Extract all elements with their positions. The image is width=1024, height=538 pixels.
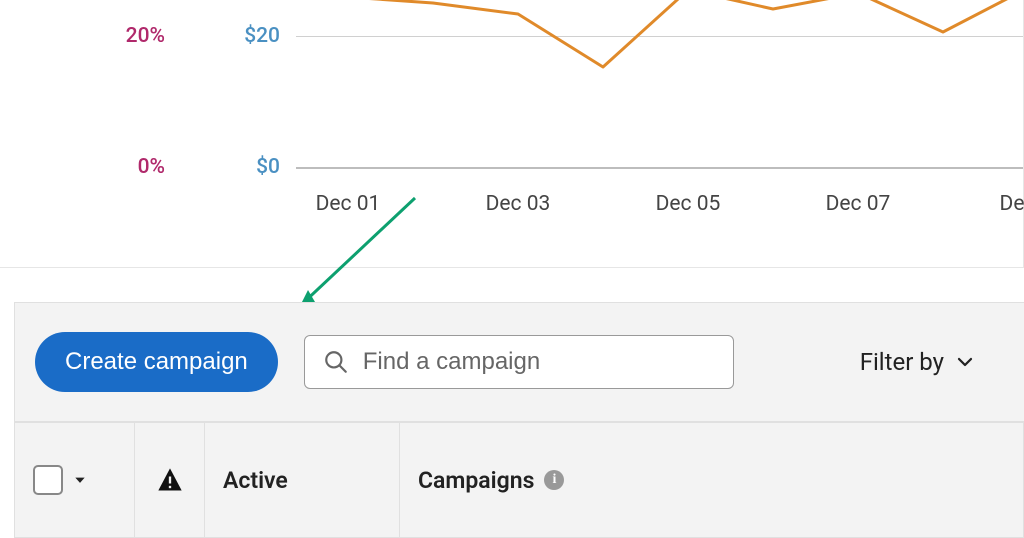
x-tick: Dec 03 xyxy=(486,192,551,216)
chart-area: 20% 0% $20 $0 Dec 01 Dec 03 Dec 05 Dec 0… xyxy=(0,0,1024,268)
table-header: Active Campaigns i xyxy=(14,422,1024,538)
chevron-down-icon xyxy=(956,353,974,371)
filter-by-dropdown[interactable]: Filter by xyxy=(860,348,974,376)
warning-column-header xyxy=(135,423,205,537)
filter-by-label: Filter by xyxy=(860,348,944,376)
caret-down-icon[interactable] xyxy=(73,473,87,487)
info-icon[interactable]: i xyxy=(544,470,564,490)
search-input[interactable] xyxy=(363,348,715,376)
select-all-checkbox[interactable] xyxy=(33,465,63,495)
y-axis-right-tick: $20 xyxy=(230,24,280,48)
create-campaign-button[interactable]: Create campaign xyxy=(35,332,278,392)
chart-line xyxy=(296,0,1024,170)
y-axis-left-tick: 0% xyxy=(105,155,165,179)
column-header-campaigns[interactable]: Campaigns i xyxy=(400,423,1024,537)
campaign-toolbar: Create campaign Filter by xyxy=(14,302,1024,422)
y-axis-left-tick: 20% xyxy=(105,24,165,48)
column-header-active-label: Active xyxy=(223,467,288,494)
x-tick: Dec 01 xyxy=(316,192,381,216)
warning-icon xyxy=(156,466,184,494)
select-all-cell xyxy=(15,423,135,537)
x-tick: De xyxy=(1000,192,1024,216)
column-header-active[interactable]: Active xyxy=(205,423,400,537)
x-tick: Dec 05 xyxy=(656,192,721,216)
search-icon xyxy=(323,349,349,375)
x-tick: Dec 07 xyxy=(826,192,891,216)
search-container[interactable] xyxy=(304,335,734,389)
column-header-campaigns-label: Campaigns xyxy=(418,467,534,494)
y-axis-right-tick: $0 xyxy=(230,155,280,179)
x-axis: Dec 01 Dec 03 Dec 05 Dec 07 De xyxy=(296,192,1023,232)
